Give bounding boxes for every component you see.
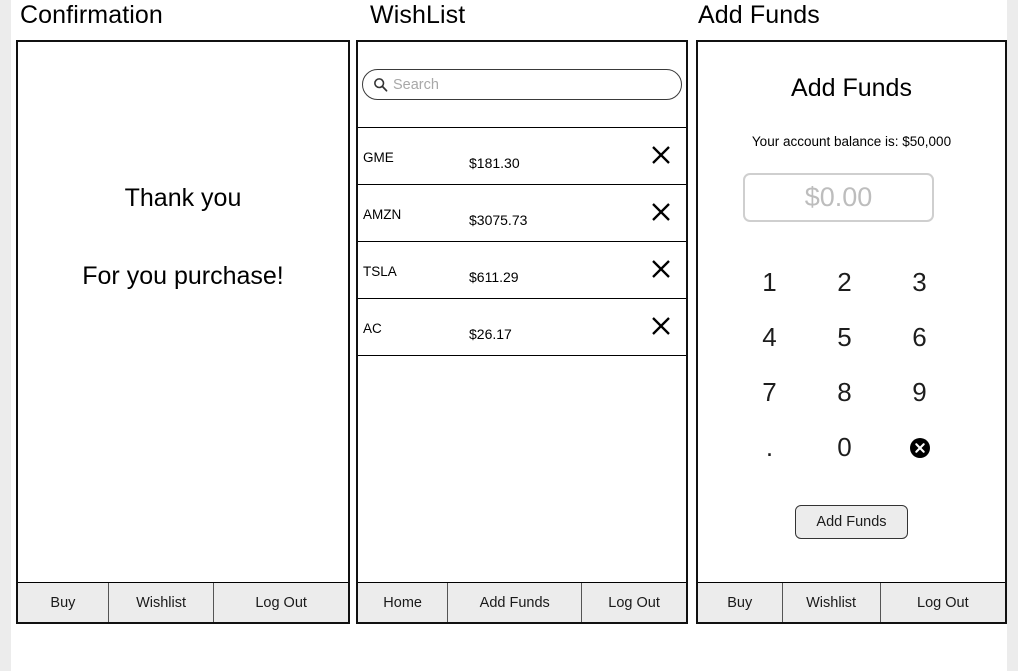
row-price: $3075.73: [469, 212, 528, 228]
add-funds-tabbar: Buy Wishlist Log Out: [698, 582, 1005, 622]
row-ticker: TSLA: [363, 264, 397, 279]
tab-buy[interactable]: Buy: [698, 583, 783, 622]
confirmation-purchase-text: For you purchase!: [82, 262, 284, 290]
keypad-key-9-label: 9: [912, 377, 927, 407]
keypad-key-decimal[interactable]: .: [732, 420, 807, 475]
tab-wishlist-label: Wishlist: [806, 594, 857, 611]
row-price: $611.29: [469, 269, 519, 285]
screen-add-funds: Add Funds Your account balance is: $50,0…: [696, 40, 1007, 624]
row-ticker: AC: [363, 321, 382, 336]
keypad-key-3-label: 3: [912, 267, 927, 297]
left-edge-gutter: [0, 0, 11, 671]
keypad-key-5[interactable]: 5: [807, 310, 882, 365]
keypad-key-0-label: 0: [837, 432, 852, 462]
keypad-key-3[interactable]: 3: [882, 255, 957, 310]
table-row[interactable]: AC $26.17: [358, 298, 686, 356]
keypad-key-2[interactable]: 2: [807, 255, 882, 310]
wishlist-tabbar: Home Add Funds Log Out: [358, 582, 686, 622]
keypad-key-5-label: 5: [837, 322, 852, 352]
tab-logout-label: Log Out: [917, 594, 969, 611]
screen-wishlist: Search GME $181.30 AMZN $3075.73 TSLA $6…: [356, 40, 688, 624]
keypad-key-0[interactable]: 0: [807, 420, 882, 475]
tab-logout-label: Log Out: [255, 594, 307, 611]
tab-wishlist[interactable]: Wishlist: [108, 583, 215, 622]
confirmation-message: Thank you For you purchase!: [18, 184, 348, 291]
row-price: $26.17: [469, 326, 512, 342]
close-icon[interactable]: [650, 144, 672, 166]
tab-logout-label: Log Out: [608, 594, 660, 611]
keypad-key-8[interactable]: 8: [807, 365, 882, 420]
row-ticker: GME: [363, 150, 394, 165]
wishlist-table: GME $181.30 AMZN $3075.73 TSLA $611.29 A…: [358, 127, 686, 356]
row-ticker: AMZN: [363, 207, 402, 222]
tab-buy-label: Buy: [727, 594, 753, 611]
confirmation-body: Thank you For you purchase!: [18, 42, 348, 582]
keypad-key-7-label: 7: [762, 377, 777, 407]
keypad-key-4[interactable]: 4: [732, 310, 807, 365]
tab-buy[interactable]: Buy: [18, 583, 109, 622]
confirmation-tabbar: Buy Wishlist Log Out: [18, 582, 348, 622]
search-placeholder-label: Search: [393, 76, 439, 93]
screen-confirmation: Thank you For you purchase! Buy Wishlist…: [16, 40, 350, 624]
add-funds-submit-container: Add Funds: [698, 505, 1005, 539]
amount-placeholder-label: $0.00: [804, 182, 873, 212]
keypad-key-delete[interactable]: [882, 420, 957, 475]
search-input[interactable]: Search: [362, 69, 682, 100]
app-root: Confirmation Thank you For you purchase!…: [0, 0, 1018, 671]
confirmation-thank-you-text: Thank you: [124, 184, 242, 212]
tab-add-funds[interactable]: Add Funds: [448, 583, 583, 622]
search-icon: [374, 78, 388, 92]
tab-home-label: Home: [383, 594, 422, 611]
add-funds-submit-button[interactable]: Add Funds: [795, 505, 908, 539]
keypad-key-decimal-label: .: [765, 432, 774, 462]
wishlist-body: Search GME $181.30 AMZN $3075.73 TSLA $6…: [358, 42, 686, 582]
tab-wishlist[interactable]: Wishlist: [782, 583, 881, 622]
add-funds-heading: Add Funds: [791, 74, 912, 102]
tab-home[interactable]: Home: [358, 583, 449, 622]
keypad-key-1[interactable]: 1: [732, 255, 807, 310]
keypad-key-9[interactable]: 9: [882, 365, 957, 420]
row-price: $181.30: [469, 155, 520, 171]
keypad-key-1-label: 1: [762, 267, 777, 297]
screen-title-wishlist: WishList: [370, 1, 466, 29]
tab-buy-label: Buy: [50, 594, 76, 611]
screen-title-add-funds: Add Funds: [698, 1, 820, 29]
keypad-key-7[interactable]: 7: [732, 365, 807, 420]
close-icon[interactable]: [650, 201, 672, 223]
keypad-key-6-label: 6: [912, 322, 927, 352]
amount-input[interactable]: $0.00: [743, 173, 934, 222]
account-balance-label: Your account balance is: $50,000: [751, 134, 952, 149]
tab-logout[interactable]: Log Out: [582, 583, 686, 622]
search-container: Search: [358, 69, 686, 100]
tab-wishlist-label: Wishlist: [136, 594, 187, 611]
screen-title-confirmation: Confirmation: [20, 1, 163, 29]
keypad-key-4-label: 4: [762, 322, 777, 352]
close-icon[interactable]: [650, 315, 672, 337]
tab-logout[interactable]: Log Out: [214, 583, 348, 622]
table-row[interactable]: TSLA $611.29: [358, 241, 686, 299]
keypad-key-6[interactable]: 6: [882, 310, 957, 365]
add-funds-body: Add Funds Your account balance is: $50,0…: [698, 42, 1005, 582]
keypad-key-2-label: 2: [837, 267, 852, 297]
numeric-keypad: 1 2 3 4 5 6 7 8 9 . 0: [732, 255, 957, 475]
keypad-key-8-label: 8: [837, 377, 852, 407]
backspace-circle-icon: [909, 437, 930, 458]
tab-logout[interactable]: Log Out: [880, 583, 1005, 622]
tab-add-funds-label: Add Funds: [479, 594, 550, 611]
right-edge-gutter: [1007, 0, 1018, 671]
close-icon[interactable]: [650, 258, 672, 280]
table-row[interactable]: GME $181.30: [358, 127, 686, 185]
table-row[interactable]: AMZN $3075.73: [358, 184, 686, 242]
